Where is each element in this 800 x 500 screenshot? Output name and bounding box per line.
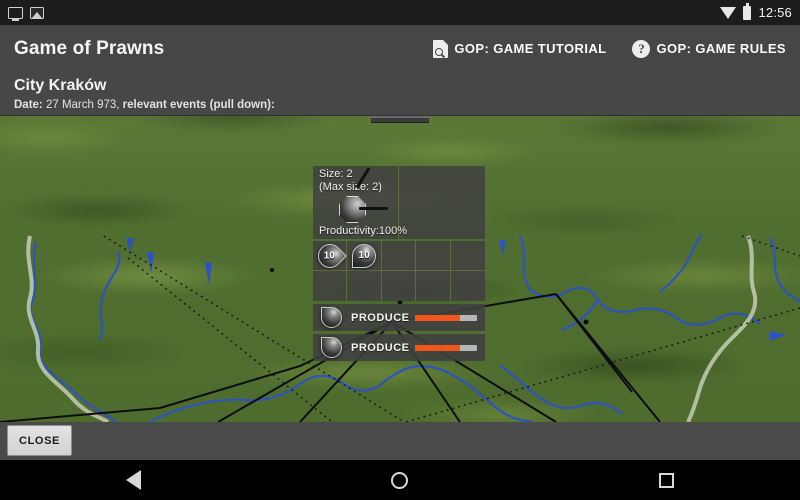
panel-productivity-text: Productivity:100% [319, 225, 408, 237]
resource-slot-empty[interactable] [416, 271, 451, 301]
resource-slot-empty[interactable] [313, 271, 348, 301]
app-title: Game of Prawns [14, 37, 165, 59]
game-rules-label: GOP: GAME RULES [656, 41, 786, 56]
resource-slot-empty[interactable] [381, 241, 417, 271]
game-tutorial-label: GOP: GAME TUTORIAL [454, 41, 607, 56]
city-header: City Kraków Date: 27 March 973, relevant… [0, 72, 800, 116]
resource-slot-empty[interactable] [381, 271, 417, 301]
produce-droplet-icon [321, 337, 342, 358]
resource-slot[interactable]: 10 [347, 241, 382, 271]
panel-size-text: Size: 2 (Max size: 2) [319, 168, 382, 194]
size-line-1: Size: 2 [319, 168, 353, 180]
screen-icon [8, 6, 23, 21]
picture-icon [30, 6, 44, 19]
resource-slot-empty[interactable] [416, 241, 451, 271]
resource-slot[interactable]: 10 [312, 238, 348, 273]
produce-row[interactable]: PRODUCE [313, 334, 485, 361]
status-clock: 12:56 [758, 5, 792, 20]
produce-droplet-icon [321, 307, 342, 328]
panel-summary: Size: 2 (Max size: 2) Productivity:100% [313, 166, 485, 239]
produce-progress-bar [415, 344, 477, 351]
date-value: 27 March 973, [42, 99, 120, 111]
nav-recents-button[interactable] [637, 460, 697, 500]
date-label: Date: [14, 99, 43, 111]
panel-drag-handle[interactable] [371, 116, 429, 123]
produce-progress-fill [415, 314, 461, 321]
resource-slot-value: 10 [358, 250, 370, 261]
produce-progress-fill [415, 344, 461, 351]
status-bar: 12:56 [0, 0, 800, 25]
back-icon [125, 470, 141, 490]
produce-label: PRODUCE [351, 341, 410, 354]
app-screen: 12:56 Game of Prawns GOP: GAME TUTORIAL … [0, 0, 800, 500]
nav-back-button[interactable] [103, 460, 163, 500]
page-title: City Kraków [14, 77, 107, 94]
battery-icon [743, 3, 752, 20]
size-line-2: (Max size: 2) [319, 181, 382, 193]
panel-summary-cell-empty[interactable] [399, 166, 485, 239]
status-bar-right: 12:56 [720, 3, 792, 20]
bottom-bar [0, 422, 800, 460]
recents-icon [659, 472, 675, 488]
resource-slot-empty[interactable] [347, 271, 382, 301]
status-bar-left [8, 6, 44, 21]
resource-slot-value: 10 [324, 250, 336, 261]
nav-home-button[interactable] [370, 460, 430, 500]
produce-row[interactable]: PRODUCE [313, 304, 485, 331]
document-search-icon [433, 39, 449, 58]
home-icon [391, 471, 409, 489]
date-line: Date: 27 March 973, relevant events (pul… [14, 98, 786, 113]
android-nav-bar [0, 460, 800, 500]
produce-label: PRODUCE [351, 311, 410, 324]
produce-progress-bar [415, 314, 477, 321]
city-info-panel: Size: 2 (Max size: 2) Productivity:100% … [312, 166, 485, 361]
wifi-icon [720, 6, 737, 19]
events-hint: relevant events (pull down): [119, 99, 275, 111]
panel-summary-cell[interactable]: Size: 2 (Max size: 2) Productivity:100% [313, 166, 407, 239]
resource-slot-grid: 10 10 [312, 238, 485, 301]
help-circle-icon: ? [632, 39, 651, 58]
action-bar-actions: GOP: GAME TUTORIAL ? GOP: GAME RULES [433, 39, 786, 58]
map-view[interactable]: 10 Lublin Size: 2 (Max size: 2) Producti… [0, 116, 800, 422]
game-rules-button[interactable]: ? GOP: GAME RULES [632, 39, 786, 58]
route-arm-east-icon [359, 207, 388, 210]
close-button[interactable]: CLOSE [7, 425, 72, 456]
resource-slot-empty[interactable] [450, 271, 485, 301]
resource-slot-empty[interactable] [450, 241, 485, 271]
game-tutorial-button[interactable]: GOP: GAME TUTORIAL [433, 39, 607, 58]
action-bar: Game of Prawns GOP: GAME TUTORIAL ? GOP:… [0, 25, 800, 72]
